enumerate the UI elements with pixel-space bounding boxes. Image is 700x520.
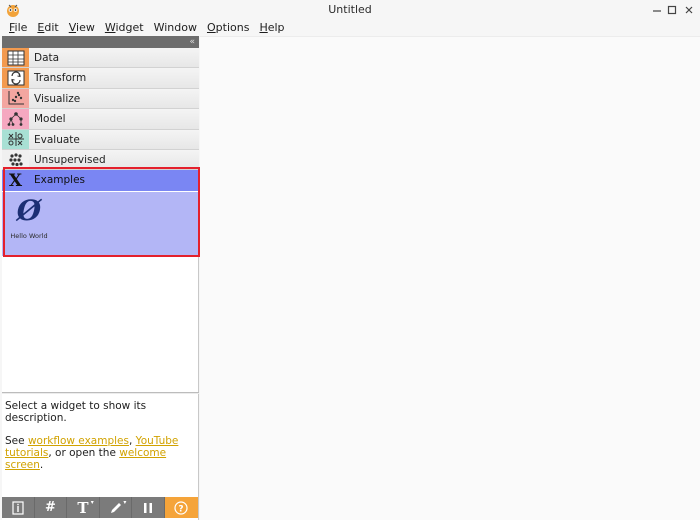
menu-options[interactable]: Options [202, 20, 254, 36]
category-examples[interactable]: X Examples [2, 170, 199, 191]
widget-hello-world[interactable]: Ø Hello World [4, 194, 54, 250]
info-icon [12, 500, 24, 515]
workflow-canvas[interactable] [200, 36, 700, 520]
minimize-icon[interactable] [651, 4, 663, 16]
dock-splitter[interactable] [2, 392, 199, 394]
pause-icon [144, 502, 153, 513]
category-label: Model [34, 113, 66, 126]
question-icon: ? [174, 500, 188, 515]
dock-header: « [2, 36, 199, 48]
maximize-icon[interactable] [666, 4, 678, 16]
pen-icon [110, 502, 121, 513]
menu-edit[interactable]: Edit [32, 20, 63, 36]
category-label: Evaluate [34, 133, 80, 146]
category-model[interactable]: Model [2, 109, 199, 130]
description-hint: Select a widget to show its description. [5, 400, 147, 424]
text-icon: T [77, 498, 89, 517]
caret-icon: ▾ [123, 499, 127, 506]
description-links: See workflow examples, YouTube tutorials… [5, 435, 179, 471]
scatter-icon [2, 88, 29, 109]
arrow-annotation-button[interactable]: ▾ [100, 497, 133, 518]
caret-icon: ▾ [90, 499, 94, 506]
menu-view[interactable]: View [64, 20, 100, 36]
category-label: Transform [34, 72, 87, 85]
menu-window[interactable]: Window [149, 20, 202, 36]
transform-icon [2, 68, 29, 88]
pause-button[interactable] [132, 497, 165, 518]
category-label: Examples [34, 174, 86, 187]
info-button[interactable] [2, 497, 35, 518]
category-label: Data [34, 52, 60, 64]
widget-dock: « Data Transform Visualize Model Evaluat… [2, 36, 199, 520]
category-label: Unsupervised [34, 153, 106, 166]
category-evaluate[interactable]: Evaluate [2, 129, 199, 150]
title-bar: Untitled [0, 0, 700, 20]
data-table-icon [2, 48, 29, 68]
workflow-examples-link[interactable]: workflow examples [28, 435, 129, 447]
category-label: Visualize [34, 92, 81, 105]
widget-categories: Data Transform Visualize Model Evaluate [2, 48, 199, 191]
widget-label: Hello World [10, 232, 48, 240]
menu-bar: File Edit View Widget Window Options Hel… [0, 20, 700, 36]
x-icon: X [2, 170, 29, 191]
menu-help[interactable]: Help [254, 20, 289, 36]
category-visualize[interactable]: Visualize [2, 88, 199, 110]
category-unsupervised[interactable]: Unsupervised [2, 149, 199, 171]
category-transform[interactable]: Transform [2, 68, 199, 89]
category-data[interactable]: Data [2, 48, 199, 69]
hash-icon: # [44, 500, 56, 515]
cluster-icon [2, 149, 29, 170]
svg-text:?: ? [179, 504, 184, 514]
collapse-dock-icon[interactable]: « [189, 36, 195, 48]
menu-widget[interactable]: Widget [100, 20, 149, 36]
widget-description: Select a widget to show its description.… [5, 400, 195, 482]
close-icon[interactable] [683, 4, 695, 16]
window-title: Untitled [328, 3, 372, 16]
menu-file[interactable]: File [4, 20, 32, 36]
help-button[interactable]: ? [164, 497, 198, 518]
tree-icon [2, 109, 29, 129]
grid-button[interactable]: # [35, 497, 68, 518]
text-annotation-button[interactable]: T ▾ [67, 497, 100, 518]
evaluate-icon [2, 129, 29, 149]
empty-set-icon: Ø [16, 194, 42, 227]
dock-toolbar: # T ▾ ▾ ? [2, 497, 198, 518]
examples-widget-panel: Ø Hello World [2, 192, 199, 256]
